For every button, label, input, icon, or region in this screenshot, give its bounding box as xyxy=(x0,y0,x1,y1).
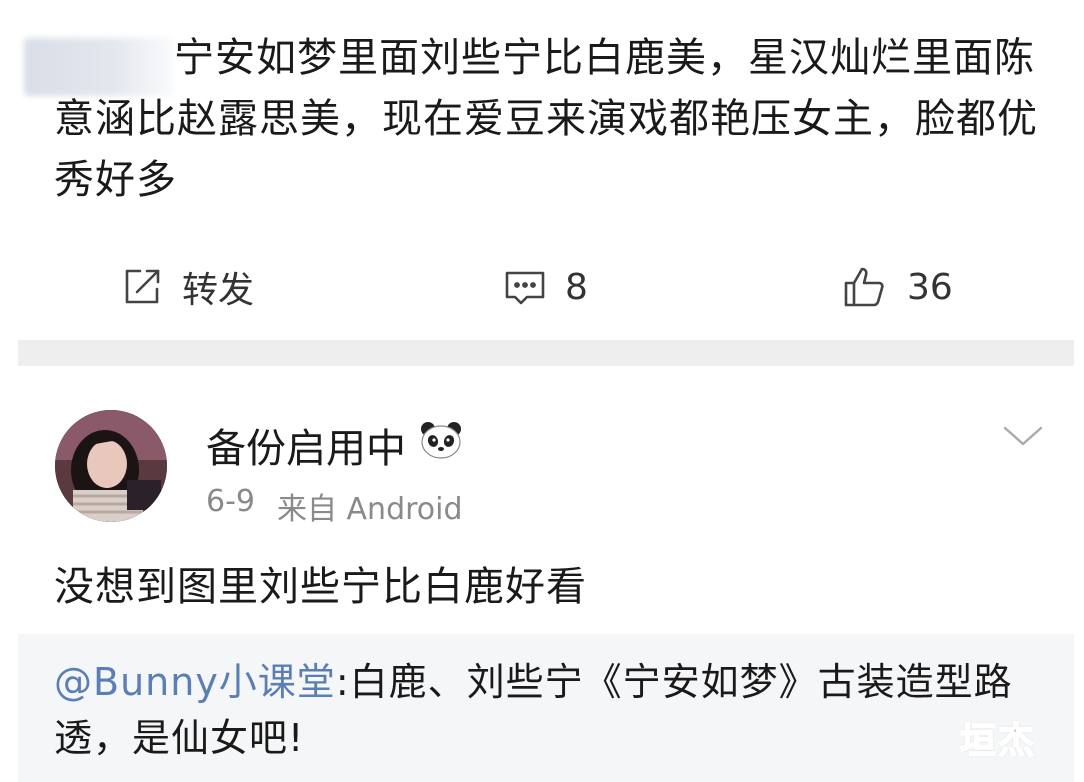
thumbs-up-icon xyxy=(843,265,889,309)
repost-icon xyxy=(120,265,164,309)
post-date: 6-9 xyxy=(206,484,255,519)
mention-link[interactable]: @Bunny小课堂 xyxy=(54,660,336,704)
like-count: 36 xyxy=(907,266,953,308)
comment-icon xyxy=(503,265,547,309)
post-source: 来自 Android xyxy=(277,492,463,527)
watermark: 垣杰 xyxy=(959,720,1036,763)
repost-button[interactable]: 转发 xyxy=(120,262,254,312)
post-meta: 6-9 来自 Android xyxy=(206,484,463,528)
quoted-post[interactable]: @Bunny小课堂:白鹿、刘些宁《宁安如梦》古装造型路透，是仙女吧! xyxy=(18,634,1074,782)
username[interactable]: 备份启用中 xyxy=(206,416,406,474)
comment-count: 8 xyxy=(565,266,588,308)
post-divider xyxy=(18,340,1074,366)
username-row: 备份启用中 xyxy=(206,416,462,474)
more-options-button[interactable] xyxy=(1002,424,1044,452)
chevron-down-icon xyxy=(1002,426,1044,452)
comment-button[interactable]: 8 xyxy=(503,262,588,312)
post-2-text: 没想到图里刘些宁比白鹿好看 xyxy=(54,564,587,610)
like-button[interactable]: 36 xyxy=(843,262,953,312)
post-1-text: 宁安如梦里面刘些宁比白鹿美，星汉灿烂里面陈意涵比赵露思美，现在爱豆来演戏都艳压女… xyxy=(54,35,1038,203)
avatar[interactable] xyxy=(55,410,167,522)
post-1: 宁安如梦里面刘些宁比白鹿美，星汉灿烂里面陈意涵比赵露思美，现在爱豆来演戏都艳压女… xyxy=(0,0,1084,340)
panda-badge-icon xyxy=(420,421,462,469)
post-actions-bar: 转发 8 36 xyxy=(0,262,1084,312)
quoted-post-text: @Bunny小课堂:白鹿、刘些宁《宁安如梦》古装造型路透，是仙女吧! xyxy=(54,654,1014,766)
repost-label: 转发 xyxy=(182,270,255,311)
